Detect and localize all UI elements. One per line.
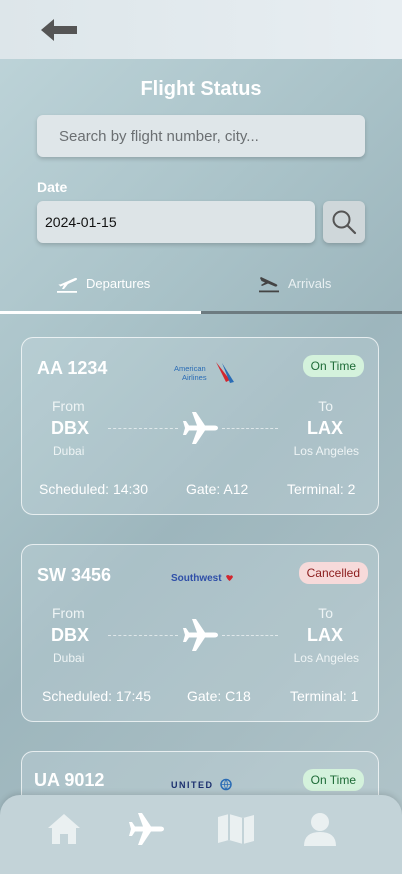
back-arrow-icon xyxy=(41,19,77,41)
from-label: From xyxy=(52,605,85,621)
nav-map[interactable] xyxy=(216,811,256,847)
flight-card[interactable]: SW 3456 Southwest Cancelled From To DBX … xyxy=(21,544,379,722)
flight-number: UA 9012 xyxy=(34,770,105,790)
search-button[interactable] xyxy=(323,201,365,243)
destination-code: LAX xyxy=(307,418,343,438)
origin-code: DBX xyxy=(51,625,90,645)
svg-text:American: American xyxy=(174,364,206,373)
arrival-icon xyxy=(259,277,279,293)
tab-departures-label: Departures xyxy=(86,275,151,291)
scheduled-time: Scheduled: 17:45 xyxy=(42,688,151,704)
flight-card[interactable]: AA 1234 American Airlines On Time From T… xyxy=(21,337,379,515)
top-bar xyxy=(0,0,402,59)
destination-city: Los Angeles xyxy=(293,444,359,458)
flight-number: SW 3456 xyxy=(37,565,112,585)
gate: Gate: A12 xyxy=(186,481,249,497)
tab-departures[interactable]: Departures xyxy=(56,268,150,298)
origin-code: DBX xyxy=(51,418,90,438)
search-icon xyxy=(332,210,357,235)
tab-arrivals[interactable]: Arrivals xyxy=(258,268,331,298)
destination-city: Los Angeles xyxy=(293,651,359,665)
date-value: 2024-01-15 xyxy=(45,214,117,230)
route-line xyxy=(222,635,278,636)
status-badge: On Time xyxy=(302,769,364,791)
tab-indicator-divider xyxy=(201,311,402,314)
svg-text:Airlines: Airlines xyxy=(182,373,207,382)
from-label: From xyxy=(52,398,85,414)
route-line xyxy=(222,428,278,429)
united-logo: UNITED xyxy=(171,778,232,791)
back-button[interactable] xyxy=(36,14,82,46)
home-icon xyxy=(48,814,80,844)
bottom-navigation xyxy=(0,795,402,874)
terminal: Terminal: 1 xyxy=(290,688,359,704)
scheduled-time: Scheduled: 14:30 xyxy=(39,481,148,497)
flight-number: AA 1234 xyxy=(37,358,108,378)
destination-code: LAX xyxy=(307,625,343,645)
southwest-logo: Southwest xyxy=(171,573,233,584)
map-icon xyxy=(218,814,254,844)
nav-flights[interactable] xyxy=(127,811,167,847)
to-label: To xyxy=(318,398,333,414)
departure-icon xyxy=(57,277,77,293)
nav-profile[interactable] xyxy=(300,811,340,847)
status-badge: On Time xyxy=(302,355,364,377)
status-badge: Cancelled xyxy=(298,562,368,584)
page-title: Flight Status xyxy=(140,78,262,100)
to-label: To xyxy=(318,605,333,621)
origin-city: Dubai xyxy=(53,444,85,458)
tab-indicator-active xyxy=(0,311,201,314)
svg-text:UNITED: UNITED xyxy=(171,780,214,790)
airplane-icon xyxy=(183,412,218,444)
american-airlines-logo: American Airlines xyxy=(174,362,234,383)
date-label: Date xyxy=(37,179,68,195)
date-field[interactable]: 2024-01-15 xyxy=(37,201,315,243)
route-line xyxy=(108,428,178,429)
terminal: Terminal: 2 xyxy=(287,481,356,497)
airplane-icon xyxy=(183,619,218,651)
nav-home[interactable] xyxy=(44,811,84,847)
svg-text:Southwest: Southwest xyxy=(171,573,222,584)
search-input[interactable] xyxy=(37,115,365,157)
origin-city: Dubai xyxy=(53,651,85,665)
tab-arrivals-label: Arrivals xyxy=(288,275,332,291)
airplane-icon xyxy=(129,813,164,845)
gate: Gate: C18 xyxy=(187,688,251,704)
route-line xyxy=(108,635,178,636)
profile-icon xyxy=(304,813,336,846)
